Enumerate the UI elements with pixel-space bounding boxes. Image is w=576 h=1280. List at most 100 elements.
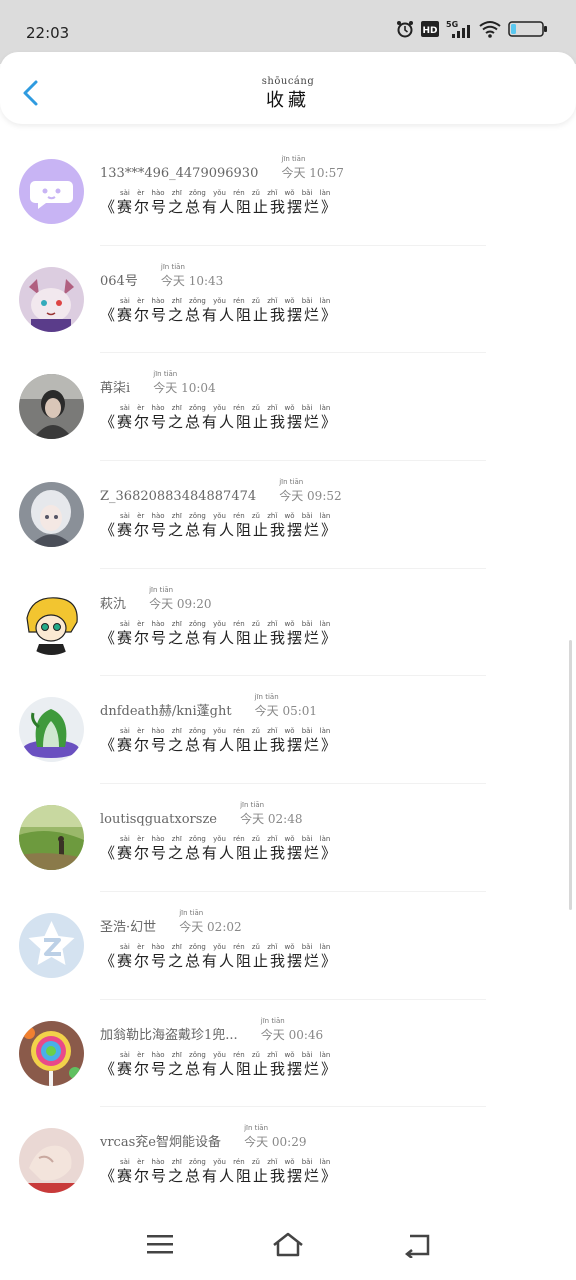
- item-time: jīn tiān 今天 00:46: [260, 1017, 324, 1043]
- hand-photo-avatar[interactable]: [19, 1128, 84, 1194]
- item-meta: 133***496_4479096930 jīn tiān 今天 10:57: [100, 155, 344, 181]
- user-name: Z_36820883484887474: [100, 489, 257, 505]
- time-pinyin: jīn tiān: [279, 478, 304, 487]
- wolf-character-avatar[interactable]: [19, 266, 84, 332]
- battery-icon: [508, 20, 548, 42]
- wifi-icon: [479, 20, 501, 42]
- time-text: 今天 10:43: [160, 273, 224, 288]
- photo-person-avatar[interactable]: [19, 374, 84, 440]
- user-name: 064号: [100, 273, 138, 289]
- item-time: jīn tiān 今天 00:29: [244, 1124, 307, 1150]
- message-text: 《赛尔号之总有人阻止我摆烂》: [100, 736, 339, 755]
- list-item[interactable]: dnfdeath赫/kni蓬ght jīn tiān 今天 05:01 sài è…: [0, 676, 576, 784]
- message-text: 《赛尔号之总有人阻止我摆烂》: [100, 413, 339, 432]
- list-item[interactable]: loutisqguatxorsze jīn tiān 今天 02:48 sài è…: [0, 784, 576, 892]
- item-meta: 萩氿 jīn tiān 今天 09:20: [100, 586, 212, 612]
- menu-icon: [147, 1235, 173, 1254]
- time-text: 今天 09:20: [149, 596, 212, 611]
- item-meta: dnfdeath赫/kni蓬ght jīn tiān 今天 05:01: [100, 693, 318, 720]
- list-item[interactable]: 133***496_4479096930 jīn tiān 今天 10:57 sà…: [0, 138, 576, 246]
- item-time: jīn tiān 今天 09:20: [149, 586, 212, 612]
- item-time: jīn tiān 今天 02:48: [240, 801, 303, 827]
- time-text: 今天 00:29: [244, 1135, 307, 1150]
- page-title-text: 收藏: [266, 90, 310, 111]
- network-label: 5G: [446, 20, 458, 29]
- time-pinyin: jīn tiān: [281, 155, 306, 163]
- time-text: 今天 02:48: [240, 812, 303, 827]
- time-text: 今天 02:02: [179, 919, 242, 934]
- scrollbar[interactable]: [569, 640, 572, 910]
- time-text: 今天 05:01: [254, 704, 318, 719]
- list-item[interactable]: 萩氿 jīn tiān 今天 09:20 sài èr hào zhī zǒng …: [0, 569, 576, 677]
- jade-cabbage-avatar[interactable]: [19, 697, 84, 763]
- item-time: jīn tiān 今天 05:01: [254, 693, 318, 719]
- user-name: 133***496_4479096930: [100, 166, 259, 181]
- user-name: 苒柒i: [100, 381, 131, 397]
- item-meta: 苒柒i jīn tiān 今天 10:04: [100, 370, 216, 397]
- item-time: jīn tiān 今天 10:43: [160, 263, 224, 289]
- list-item[interactable]: vrcas兖e智炯能设备 jīn tiān 今天 00:29 sài èr hào…: [0, 1107, 576, 1215]
- time-pinyin: jīn tiān: [179, 908, 204, 917]
- item-meta: 加翁勒比海盗戴珍1兜... jīn tiān 今天 00:46: [100, 1017, 324, 1043]
- item-meta: loutisqguatxorsze jīn tiān 今天 02:48: [100, 801, 303, 828]
- list-item[interactable]: 苒柒i jīn tiān 今天 10:04 sài èr hào zhī zǒng…: [0, 353, 576, 461]
- user-name: vrcas兖e智炯能设备: [100, 1135, 221, 1151]
- favorites-list: 133***496_4479096930 jīn tiān 今天 10:57 sà…: [0, 138, 576, 1215]
- lollipop-avatar[interactable]: [19, 1020, 84, 1086]
- user-name: loutisqguatxorsze: [100, 812, 217, 828]
- time-pinyin: jīn tiān: [254, 693, 279, 702]
- list-item[interactable]: 加翁勒比海盗戴珍1兜... jīn tiān 今天 00:46 sài èr hà…: [0, 1000, 576, 1108]
- home-button[interactable]: [272, 1232, 304, 1262]
- time-pinyin: jīn tiān: [260, 1016, 285, 1025]
- back-nav-button[interactable]: [402, 1232, 432, 1262]
- item-time: jīn tiān 今天 02:02: [179, 909, 242, 935]
- message-text: 《赛尔号之总有人阻止我摆烂》: [100, 1059, 339, 1078]
- user-name: 圣浩·幻世: [100, 919, 157, 935]
- menu-button[interactable]: [146, 1232, 174, 1260]
- time-text: 今天 00:46: [260, 1027, 324, 1042]
- back-nav-icon: [404, 1234, 430, 1259]
- item-time: jīn tiān 今天 10:04: [153, 370, 215, 396]
- item-meta: vrcas兖e智炯能设备 jīn tiān 今天 00:29: [100, 1124, 307, 1151]
- home-icon: [273, 1232, 303, 1257]
- status-icons: HD 5G: [396, 20, 548, 42]
- page-title: shōucáng 收藏: [0, 76, 576, 112]
- item-time: jīn tiān 今天 09:52: [279, 478, 342, 504]
- anime-girl-avatar[interactable]: [19, 482, 84, 548]
- time-pinyin: jīn tiān: [244, 1124, 269, 1133]
- list-item[interactable]: 圣浩·幻世 jīn tiān 今天 02:02 sài èr hào zhī zǒ…: [0, 892, 576, 1000]
- header-bar: shōucáng 收藏: [0, 52, 576, 124]
- item-meta: Z_36820883484887474 jīn tiān 今天 09:52: [100, 478, 342, 505]
- hd-label: HD: [422, 26, 437, 36]
- list-item[interactable]: Z_36820883484887474 jīn tiān 今天 09:52 sài…: [0, 461, 576, 569]
- user-name: dnfdeath赫/kni蓬ght: [100, 704, 232, 720]
- message-text: 《赛尔号之总有人阻止我摆烂》: [100, 628, 339, 647]
- user-name: 萩氿: [100, 596, 127, 612]
- item-meta: 圣浩·幻世 jīn tiān 今天 02:02: [100, 909, 242, 935]
- cartoon-character-avatar[interactable]: [19, 589, 84, 655]
- 5g-signal-icon: 5G: [446, 19, 472, 43]
- status-time: 22:03: [26, 24, 70, 42]
- message-text: 《赛尔号之总有人阻止我摆烂》: [100, 305, 339, 324]
- message-text: 《赛尔号之总有人阻止我摆烂》: [100, 198, 339, 216]
- time-text: 今天 10:57: [281, 166, 344, 180]
- message-text: 《赛尔号之总有人阻止我摆烂》: [100, 951, 339, 970]
- item-time: jīn tiān 今天 10:57: [281, 155, 344, 181]
- time-pinyin: jīn tiān: [160, 262, 185, 271]
- item-meta: 064号 jīn tiān 今天 10:43: [100, 263, 224, 289]
- time-pinyin: jīn tiān: [240, 801, 265, 810]
- user-name: 加翁勒比海盗戴珍1兜...: [100, 1027, 238, 1043]
- list-item[interactable]: 064号 jīn tiān 今天 10:43 sài èr hào zhī zǒn…: [0, 246, 576, 354]
- system-nav-bar: [0, 1212, 576, 1280]
- chat-bubble-avatar[interactable]: [19, 159, 84, 224]
- time-pinyin: jīn tiān: [149, 585, 174, 594]
- alarm-icon: [396, 20, 414, 42]
- time-pinyin: jīn tiān: [153, 370, 178, 379]
- default-z-avatar[interactable]: [19, 912, 84, 978]
- landscape-avatar[interactable]: [19, 805, 84, 871]
- message-text: 《赛尔号之总有人阻止我摆烂》: [100, 1167, 339, 1186]
- message-text: 《赛尔号之总有人阻止我摆烂》: [100, 521, 339, 540]
- message-text: 《赛尔号之总有人阻止我摆烂》: [100, 844, 339, 863]
- hd-icon: HD: [421, 21, 439, 41]
- time-text: 今天 09:52: [279, 489, 342, 504]
